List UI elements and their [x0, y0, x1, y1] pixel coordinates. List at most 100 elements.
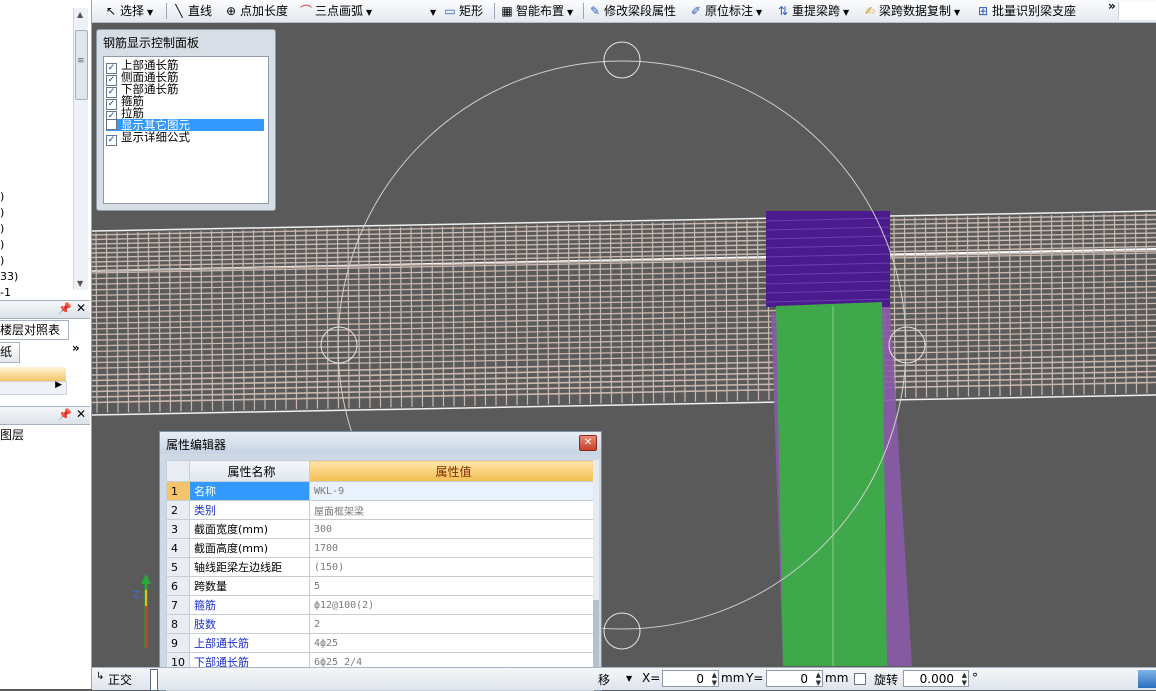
- tree-item[interactable]: ): [0, 254, 4, 267]
- point-length-button[interactable]: ⊕ 点加长度: [224, 2, 288, 20]
- shape-dropdown[interactable]: ▼: [427, 2, 436, 20]
- spinner-icon[interactable]: ▲ ▼: [816, 671, 821, 687]
- spinner-icon[interactable]: ▲ ▼: [712, 671, 717, 687]
- scroll-up-icon[interactable]: ▲: [77, 10, 83, 19]
- chevron-down-icon[interactable]: ▼: [756, 8, 762, 17]
- property-value[interactable]: 4ф25: [309, 633, 594, 653]
- span-data-copy-button[interactable]: ✍ 梁跨数据复制 ▼: [863, 2, 960, 20]
- rebar-option-detailed-formula[interactable]: ✓ 显示详细公式: [106, 131, 264, 146]
- chevron-down-icon[interactable]: ▼: [366, 8, 372, 17]
- chevron-down-icon[interactable]: ▼: [567, 8, 573, 17]
- property-row[interactable]: 7 箍筋 ф12@100(2): [166, 595, 594, 615]
- panel-title: 钢筋显示控制面板: [103, 36, 200, 50]
- property-name-header: 属性名称: [189, 460, 310, 482]
- horizontal-scrollbar[interactable]: ▶: [0, 380, 67, 395]
- chevron-down-icon[interactable]: ▼: [954, 8, 960, 17]
- tree-item[interactable]: ): [0, 222, 4, 235]
- more-icon[interactable]: »: [72, 341, 80, 355]
- longitudinal-rebar: [92, 319, 1156, 341]
- property-value[interactable]: 屋面框架梁: [309, 500, 594, 520]
- tree-item[interactable]: ): [0, 190, 4, 203]
- select-button[interactable]: ↖ 选择 ▼: [104, 2, 153, 20]
- property-value[interactable]: (150): [309, 557, 594, 577]
- scroll-down-icon[interactable]: ▼: [77, 279, 83, 288]
- property-value[interactable]: WKL-9: [309, 481, 594, 501]
- property-name[interactable]: 截面高度(mm): [189, 538, 310, 558]
- close-icon[interactable]: ✕: [76, 301, 86, 315]
- drawing-button[interactable]: 纸: [0, 342, 20, 363]
- property-value[interactable]: 300: [309, 519, 594, 539]
- rotate-checkbox[interactable]: [854, 673, 866, 685]
- checkbox[interactable]: [106, 119, 117, 130]
- drawing-panel: 楼层对照表 纸 » ▶: [0, 319, 90, 401]
- longitudinal-rebar: [92, 325, 1156, 347]
- property-name[interactable]: 截面宽度(mm): [189, 519, 310, 539]
- property-name[interactable]: 跨数量: [189, 576, 310, 596]
- property-name[interactable]: 名称: [189, 481, 310, 501]
- modify-beam-segment-button[interactable]: ✎ 修改梁段属性: [588, 2, 676, 20]
- property-name[interactable]: 箍筋: [189, 595, 310, 615]
- longitudinal-rebar: [92, 297, 1156, 319]
- rotation-handle-bottom: [603, 612, 641, 650]
- property-value[interactable]: 5: [309, 576, 594, 596]
- pin-icon[interactable]: 📌: [58, 302, 72, 315]
- spinner-icon[interactable]: ▲ ▼: [962, 671, 967, 687]
- selected-row[interactable]: [0, 367, 66, 381]
- scroll-right-icon[interactable]: ▶: [55, 380, 62, 390]
- tree-item[interactable]: -1: [0, 286, 11, 299]
- tree-item[interactable]: 33): [0, 270, 18, 283]
- longitudinal-rebar: [92, 291, 1156, 313]
- line-icon: ╲: [175, 4, 183, 18]
- property-name[interactable]: 类别: [189, 500, 310, 520]
- property-row[interactable]: 8 肢数 2: [166, 614, 594, 634]
- y-offset-input[interactable]: 0 ▲ ▼: [766, 670, 823, 687]
- property-value[interactable]: ф12@100(2): [309, 595, 594, 615]
- smart-layout-button[interactable]: ▦ 智能布置 ▼: [500, 2, 573, 20]
- close-button[interactable]: ✕: [579, 435, 597, 451]
- property-scrollbar[interactable]: [593, 460, 599, 690]
- chevron-down-icon[interactable]: ▼: [626, 674, 632, 683]
- property-value[interactable]: 1700: [309, 538, 594, 558]
- property-name[interactable]: 上部通长筋: [189, 633, 310, 653]
- property-table: 属性名称 属性值 1 名称 WKL-9 2 类别 屋面框架梁 3 截面宽度(mm) 300 4 截面…: [166, 460, 594, 691]
- row-number: 7: [166, 595, 190, 615]
- property-row[interactable]: 3 截面宽度(mm) 300: [166, 519, 594, 539]
- property-row[interactable]: 6 跨数量 5: [166, 576, 594, 596]
- tree-scrollbar[interactable]: ▲ ≡ ▼: [73, 8, 88, 290]
- x-offset-input[interactable]: 0 ▲ ▼: [662, 670, 719, 687]
- property-name[interactable]: 轴线距梁左边线距: [189, 557, 310, 577]
- ortho-toggle[interactable]: 正交: [108, 671, 132, 688]
- line-button[interactable]: ╲ 直线: [172, 2, 212, 20]
- rotate-input[interactable]: 0.000 ▲ ▼: [903, 670, 969, 687]
- chevron-down-icon[interactable]: ▼: [843, 8, 849, 17]
- y-label: Y=: [746, 671, 764, 685]
- property-name[interactable]: 肢数: [189, 614, 310, 634]
- property-row[interactable]: 4 截面高度(mm) 1700: [166, 538, 594, 558]
- property-row[interactable]: 9 上部通长筋 4ф25: [166, 633, 594, 653]
- pin-icon[interactable]: 📌: [58, 408, 72, 421]
- close-icon[interactable]: ✕: [76, 407, 86, 421]
- property-value[interactable]: 2: [309, 614, 594, 634]
- property-row[interactable]: 2 类别 屋面框架梁: [166, 500, 594, 520]
- re-extract-span-button[interactable]: ⇅ 重提梁跨 ▼: [776, 2, 849, 20]
- toolbar-more-icon[interactable]: »: [1108, 0, 1116, 15]
- property-row[interactable]: 5 轴线距梁左边线距 (150): [166, 557, 594, 577]
- property-row[interactable]: 1 名称 WKL-9: [166, 481, 594, 501]
- longitudinal-rebar: [92, 359, 1156, 382]
- status-bar: ↳ 正交 移 ▼ X= 0 ▲ ▼ mm Y= 0 ▲ ▼ mm 旋转 0.000 ▲ ▼ …: [92, 667, 1156, 691]
- layer-item[interactable]: 图层: [0, 426, 24, 443]
- tree-item[interactable]: ): [0, 238, 4, 251]
- in-situ-annotation-button[interactable]: ✐ 原位标注 ▼: [689, 2, 762, 20]
- layer-panel-header: 📌 ✕: [0, 406, 90, 425]
- row-number-header: [166, 460, 190, 482]
- tree-item[interactable]: ): [0, 206, 4, 219]
- batch-identify-support-button[interactable]: ⊞ 批量识别梁支座: [976, 2, 1076, 20]
- longitudinal-rebar: [92, 330, 1156, 353]
- rect-button[interactable]: ▭ 矩形: [443, 2, 483, 20]
- chevron-down-icon[interactable]: ▼: [430, 8, 436, 17]
- chevron-down-icon[interactable]: ▼: [147, 8, 153, 17]
- checkbox[interactable]: ✓: [106, 135, 117, 146]
- three-point-arc-button[interactable]: ⌒ 三点画弧 ▼: [299, 2, 372, 20]
- tab-floor-mapping[interactable]: 楼层对照表: [0, 320, 69, 340]
- property-editor-titlebar[interactable]: 属性编辑器 ✕: [160, 432, 601, 454]
